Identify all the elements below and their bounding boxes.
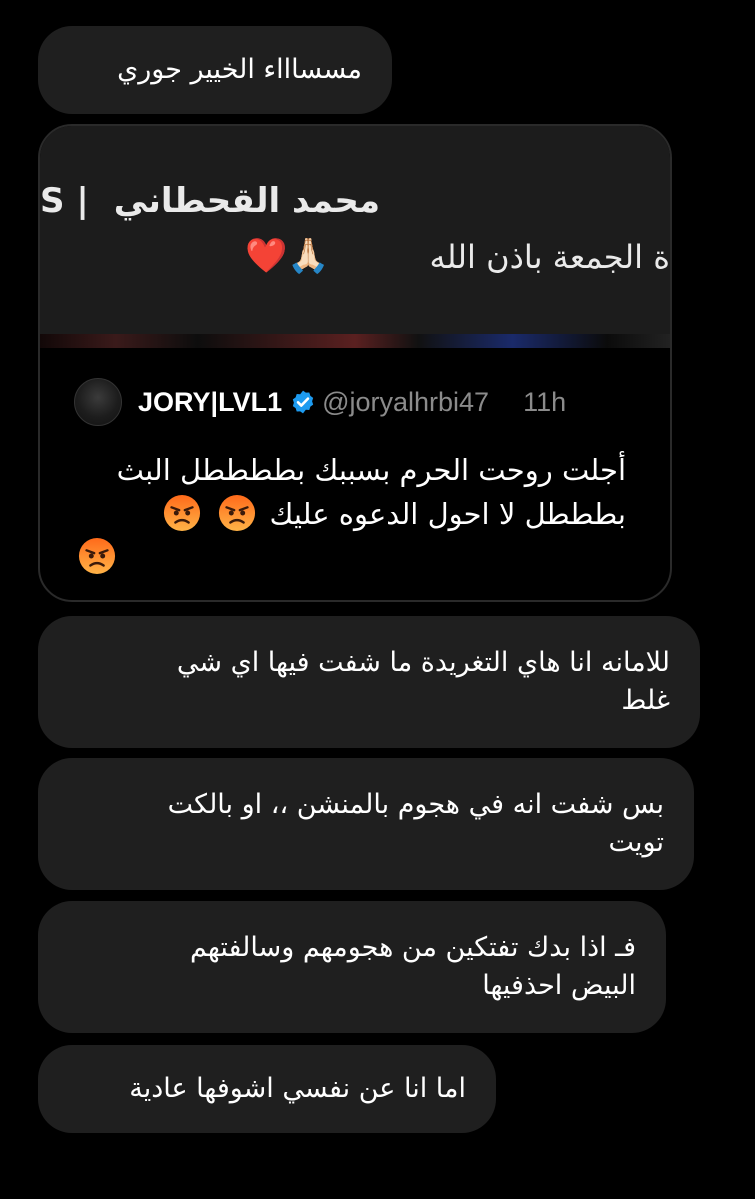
media-caption-title: محمد القحطاني (113, 181, 380, 221)
message-bubble-opinion[interactable]: للامانه انا هاي التغريدة ما شفت فيها اي … (38, 616, 700, 748)
angry-face-emoji-icon (219, 494, 256, 532)
angry-face-emoji-icon (163, 494, 201, 532)
message-bubble-greeting[interactable]: مسساااء الخيير جوري (38, 26, 392, 114)
author-handle[interactable]: @joryalhrbi47 (322, 387, 489, 418)
message-text: فـ اذا بدك تفتكين من هجومهم وسالفتهم الب… (189, 932, 636, 1001)
message-bubble-personal[interactable]: اما انا عن نفسي اشوفها عادية (38, 1045, 496, 1133)
media-caption-subtitle: ة الجمعة باذن الله (429, 238, 670, 276)
media-caption-emoji: ❤️🙏🏻 (245, 236, 330, 276)
tweet-text: أجلت روحت الحرم بسببك بططططل البث بطططل … (66, 448, 626, 536)
message-text: للامانه انا هاي التغريدة ما شفت فيها اي … (176, 647, 670, 716)
tweet-header: JORY|LVL1 @joryalhrbi47 11h (74, 378, 566, 426)
media-caption-fragment: S | (40, 181, 89, 221)
author-name[interactable]: JORY|LVL1 (138, 387, 282, 418)
message-bubble-mentions[interactable]: بس شفت انه في هجوم بالمنشن ،، او بالكت ت… (38, 758, 694, 890)
message-text: مسساااء الخيير جوري (117, 54, 362, 85)
message-text: اما انا عن نفسي اشوفها عادية (129, 1073, 466, 1104)
message-bubble-advice[interactable]: فـ اذا بدك تفتكين من هجومهم وسالفتهم الب… (38, 901, 666, 1033)
tweet-timestamp: 11h (523, 386, 567, 417)
tweet-emoji-row (78, 537, 116, 581)
tweet-media-image[interactable]: محمد القحطاني S | ة الجمعة باذن الله ❤️🙏… (40, 126, 670, 348)
avatar[interactable] (74, 378, 122, 426)
angry-face-emoji-icon (78, 537, 116, 575)
message-text: بس شفت انه في هجوم بالمنشن ،، او بالكت ت… (167, 789, 664, 858)
shared-tweet-card[interactable]: محمد القحطاني S | ة الجمعة باذن الله ❤️🙏… (38, 124, 672, 602)
verified-badge-icon (292, 390, 314, 414)
media-image-strip (40, 334, 670, 348)
